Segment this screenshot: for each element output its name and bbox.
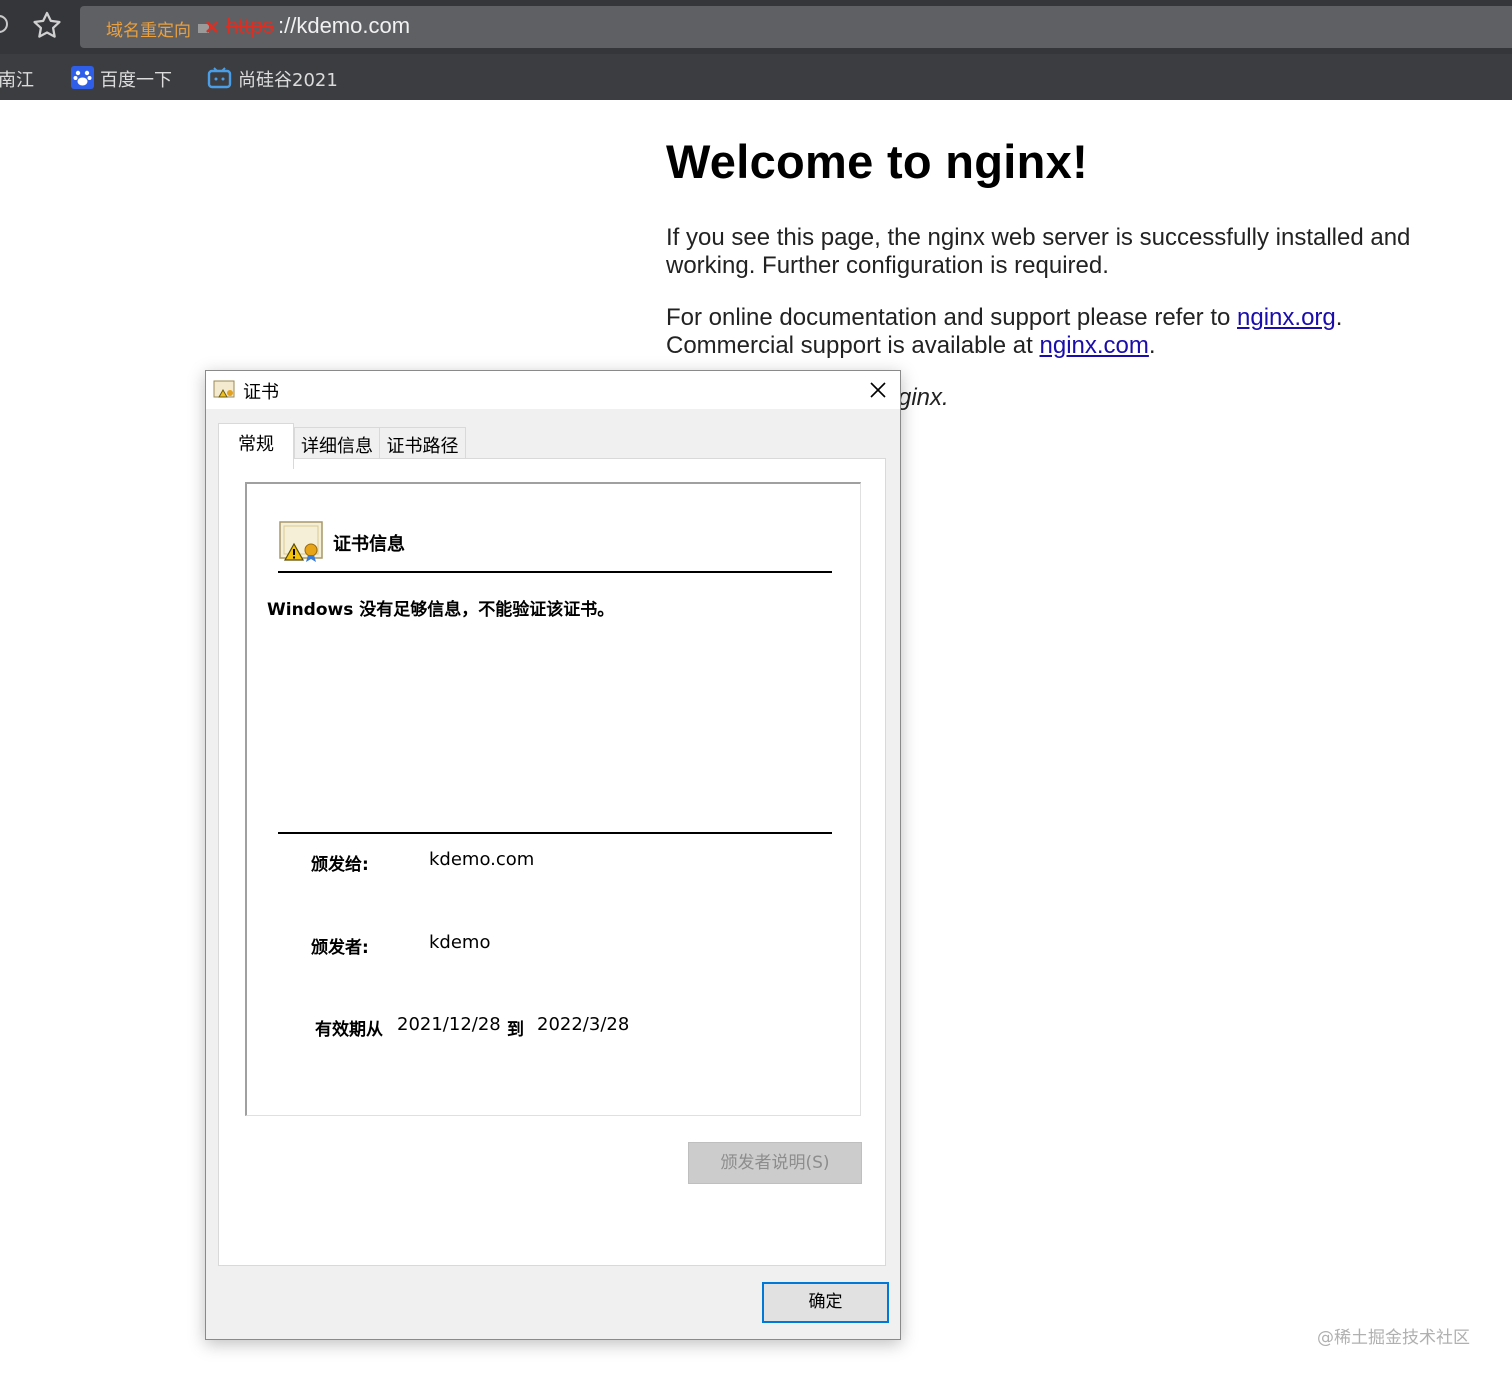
certificate-warning-icon — [279, 521, 323, 562]
tab-general[interactable]: 常规 — [218, 423, 294, 469]
url-scheme: https — [226, 13, 274, 38]
issued-to-label: 颁发给: — [311, 855, 369, 875]
not-secure-icon[interactable] — [197, 16, 219, 38]
divider — [278, 832, 832, 834]
baidu-paw-icon — [71, 66, 94, 89]
bookmark-item[interactable]: 百度一下 — [100, 66, 172, 92]
intro-paragraph: If you see this page, the nginx web serv… — [666, 224, 1411, 279]
page-title: Welcome to nginx! — [666, 135, 1089, 188]
certificate-dialog: 证书 常规 详细信息 证书路径 证书信息 Windows 没有足够信息，不能验证… — [205, 370, 901, 1340]
verification-warning: Windows 没有足够信息，不能验证该证书。 — [267, 600, 615, 620]
dialog-title: 证书 — [243, 382, 279, 403]
dialog-titlebar[interactable]: 证书 — [206, 371, 900, 409]
nginx-org-link[interactable]: nginx.org — [1237, 304, 1336, 331]
certificate-info-panel: 证书信息 Windows 没有足够信息，不能验证该证书。 颁发给: kdemo.… — [245, 482, 861, 1116]
url-host: ://kdemo.com — [278, 13, 411, 38]
certificate-icon — [213, 380, 235, 398]
valid-to-value: 2022/3/28 — [537, 1014, 630, 1035]
valid-from-value: 2021/12/28 — [397, 1014, 501, 1035]
issuer-statement-button: 颁发者说明(S) — [688, 1142, 862, 1184]
browser-toolbar: 域名重定向 https ://kdemo.com — [0, 0, 1512, 54]
bookmark-item[interactable]: 尚硅谷2021 — [238, 66, 338, 92]
certificate-info-heading: 证书信息 — [333, 534, 405, 555]
issued-by-value: kdemo — [429, 932, 491, 953]
ok-button[interactable]: 确定 — [762, 1282, 889, 1323]
redirect-label: 域名重定向 — [106, 21, 191, 41]
divider — [278, 571, 832, 573]
bilibili-tv-icon — [207, 67, 232, 89]
thanks-paragraph: ginx. — [898, 384, 949, 411]
valid-from-label: 有效期从 — [315, 1020, 383, 1040]
valid-to-label: 到 — [507, 1020, 524, 1040]
nginx-com-link[interactable]: nginx.com — [1040, 332, 1149, 359]
close-icon[interactable] — [864, 377, 892, 403]
issued-by-label: 颁发者: — [311, 938, 369, 958]
docs-text: For online documentation and support ple… — [666, 304, 1238, 331]
address-bar[interactable]: 域名重定向 https ://kdemo.com — [80, 6, 1512, 48]
reload-icon[interactable] — [0, 15, 8, 33]
watermark: @稀土掘金技术社区 — [1317, 1328, 1470, 1348]
issued-to-value: kdemo.com — [429, 849, 535, 870]
bookmark-star-icon[interactable] — [30, 9, 64, 43]
bookmarks-bar: 南江 百度一下 尚硅谷2021 — [0, 54, 1512, 100]
bookmark-item[interactable]: 南江 — [0, 66, 34, 92]
docs-text-end: . — [1148, 332, 1156, 359]
docs-paragraph: For online documentation and support ple… — [666, 304, 1486, 360]
